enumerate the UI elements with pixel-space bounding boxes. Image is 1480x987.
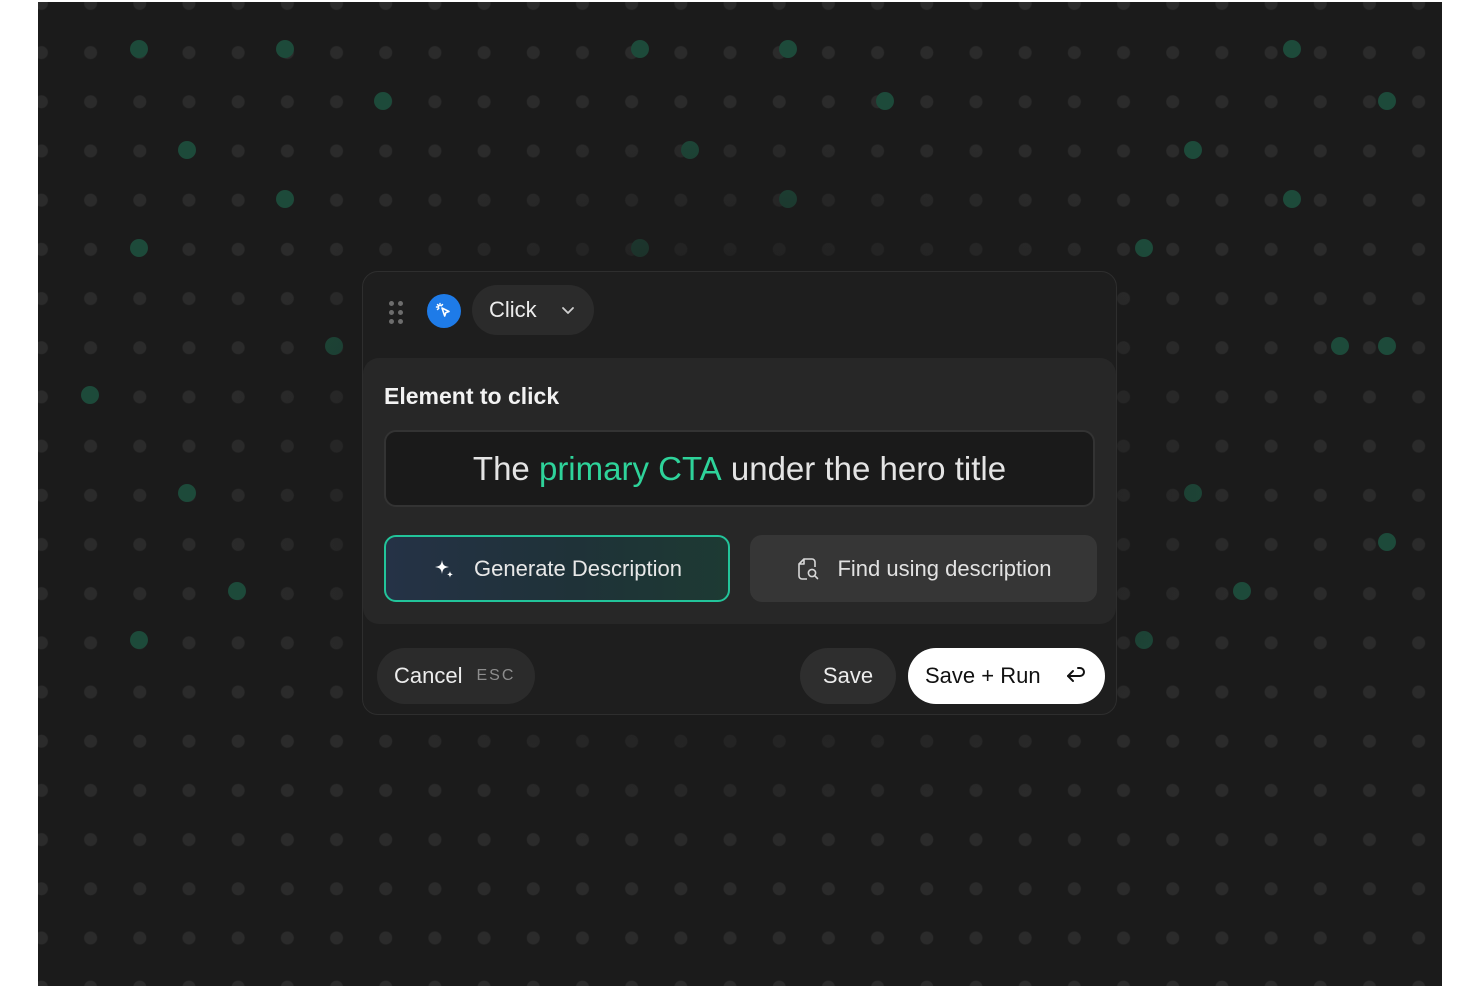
element-section-title: Element to click: [384, 383, 560, 409]
save-label: Save: [822, 663, 874, 688]
element-section: Element to click The primary CTA under t…: [363, 358, 1116, 624]
find-using-description-label: Find using description: [837, 555, 1052, 581]
action-type-dropdown[interactable]: Click: [472, 285, 594, 335]
cancel-label: Cancel: [394, 663, 463, 688]
action-editor-panel: Click Element to click The primary CTA u…: [362, 271, 1117, 715]
sparkle-icon: [432, 557, 456, 581]
action-type-label: Click: [489, 297, 537, 322]
save-run-label: Save + Run: [925, 663, 1041, 688]
generate-description-button[interactable]: Generate Description: [384, 535, 730, 602]
cancel-button[interactable]: Cancel ESC: [377, 648, 535, 704]
cursor-click-icon: [427, 294, 461, 328]
description-text-start: The: [472, 449, 539, 487]
chevron-down-icon: [560, 302, 576, 323]
generate-description-label: Generate Description: [474, 555, 682, 581]
description-highlight: primary CTA: [538, 449, 722, 487]
drag-handle-icon[interactable]: [389, 301, 405, 325]
panel-header: Click: [363, 272, 1116, 350]
save-run-button[interactable]: Save + Run: [908, 648, 1105, 704]
search-document-icon: [795, 556, 821, 582]
save-button[interactable]: Save: [800, 648, 896, 704]
description-text-end: under the hero title: [721, 449, 1007, 487]
cancel-shortcut-hint: ESC: [476, 667, 516, 684]
enter-return-icon: [1065, 666, 1087, 686]
element-description-input[interactable]: The primary CTA under the hero title: [384, 430, 1095, 507]
find-using-description-button[interactable]: Find using description: [750, 535, 1097, 602]
